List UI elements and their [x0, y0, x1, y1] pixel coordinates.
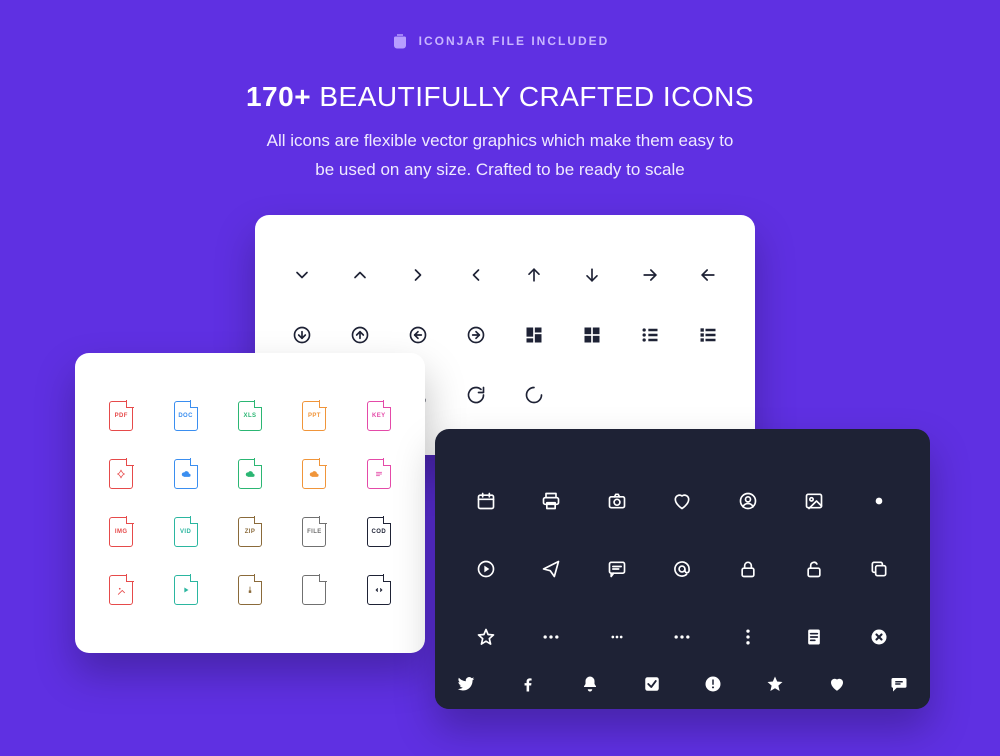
- view-grid-icon: [563, 325, 621, 345]
- star-icon: [453, 627, 519, 647]
- calendar-icon: [453, 491, 519, 511]
- file-cod-icon: COD: [347, 517, 411, 547]
- dots-vertical-icon: [715, 627, 781, 647]
- printer-icon: [519, 491, 585, 511]
- circle-arrow-right-icon: [447, 325, 505, 345]
- file-zipper-icon: [218, 575, 282, 605]
- bell-icon: [559, 675, 621, 693]
- file-ppt-icon: PPT: [282, 401, 346, 431]
- unlock-icon: [781, 559, 847, 579]
- view-list-icon: [621, 325, 679, 345]
- page-title: 170+ BEAUTIFULLY CRAFTED ICONS: [0, 81, 1000, 113]
- heart-icon: [650, 491, 716, 511]
- file-key-icon: KEY: [347, 401, 411, 431]
- circle-arrow-down-icon: [273, 325, 331, 345]
- card-dark-bottom-row: [435, 659, 930, 709]
- file-acrobat-icon: [89, 459, 153, 489]
- star-solid-icon: [744, 675, 806, 693]
- rotate-cw-icon: [447, 385, 505, 405]
- file-play-glyph-icon: [153, 575, 217, 605]
- lock-icon: [715, 559, 781, 579]
- chevron-right-icon: [389, 265, 447, 285]
- view-list-solid-icon: [679, 325, 737, 345]
- dots-horizontal-icon: [519, 627, 585, 647]
- page-subtitle: All icons are flexible vector graphics w…: [0, 127, 1000, 185]
- badge-text: ICONJAR FILE INCLUDED: [419, 34, 610, 48]
- file-doc-icon: DOC: [153, 401, 217, 431]
- chevron-up-icon: [331, 265, 389, 285]
- checkbox-icon: [621, 675, 683, 693]
- loading-icon: [505, 385, 563, 405]
- file-img-icon: IMG: [89, 517, 153, 547]
- arrow-down-icon: [563, 265, 621, 285]
- arrow-left-icon: [679, 265, 737, 285]
- twitter-icon: [435, 675, 497, 693]
- image-icon: [781, 491, 847, 511]
- file-blank-icon: [282, 575, 346, 605]
- circle-arrow-up-icon: [331, 325, 389, 345]
- file-vid-icon: VID: [153, 517, 217, 547]
- copy-icon: [846, 559, 912, 579]
- comment-solid-icon: [868, 675, 930, 693]
- alert-circle-icon: [683, 675, 745, 693]
- dot-icon: [846, 491, 912, 511]
- arrow-right-icon: [621, 265, 679, 285]
- file-code-glyph-icon: [347, 575, 411, 605]
- send-icon: [519, 559, 585, 579]
- facebook-icon: [497, 675, 559, 693]
- arrow-up-icon: [505, 265, 563, 285]
- at-icon: [650, 559, 716, 579]
- close-circle-icon: [846, 627, 912, 647]
- file-image-glyph-icon: [89, 575, 153, 605]
- file-xls-icon: XLS: [218, 401, 282, 431]
- file-cloud-blue-icon: [153, 459, 217, 489]
- view-dashboard-icon: [505, 325, 563, 345]
- file-lines-icon: [347, 459, 411, 489]
- chevron-down-icon: [273, 265, 331, 285]
- jar-icon: [391, 32, 409, 50]
- icon-showcase: PDF DOC XLS PPT KEY IMG VID ZIP FILE COD: [0, 203, 1000, 743]
- file-file-icon: FILE: [282, 517, 346, 547]
- circle-arrow-left-icon: [389, 325, 447, 345]
- heart-solid-icon: [806, 675, 868, 693]
- play-circle-icon: [453, 559, 519, 579]
- camera-icon: [584, 491, 650, 511]
- file-cloud-orange-icon: [282, 459, 346, 489]
- user-circle-icon: [715, 491, 781, 511]
- card-files: PDF DOC XLS PPT KEY IMG VID ZIP FILE COD: [75, 353, 425, 653]
- document-icon: [781, 627, 847, 647]
- file-zip-icon: ZIP: [218, 517, 282, 547]
- dots-horizontal-tight-icon: [584, 627, 650, 647]
- file-cloud-green-icon: [218, 459, 282, 489]
- file-pdf-icon: PDF: [89, 401, 153, 431]
- dots-horizontal-alt-icon: [650, 627, 716, 647]
- iconjar-badge: ICONJAR FILE INCLUDED: [391, 32, 610, 50]
- message-icon: [584, 559, 650, 579]
- chevron-left-icon: [447, 265, 505, 285]
